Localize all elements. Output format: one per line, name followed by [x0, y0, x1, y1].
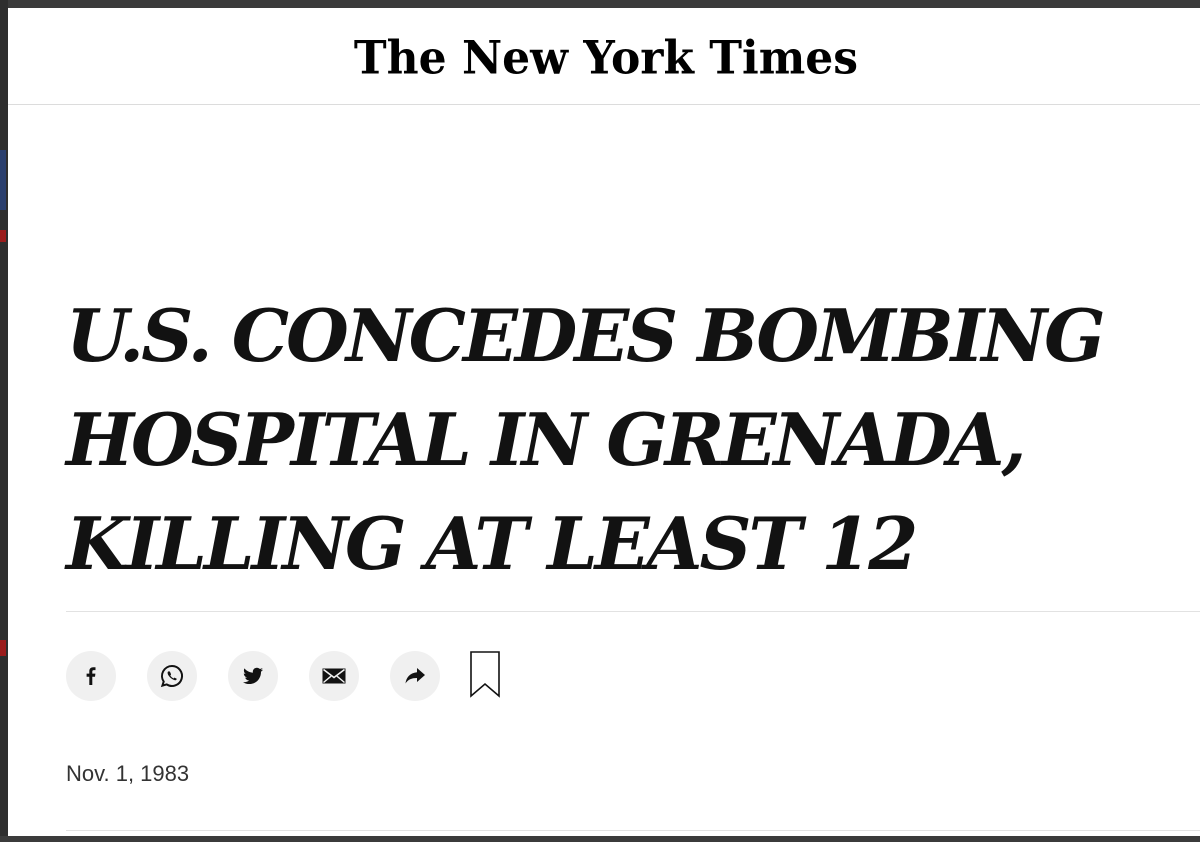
- whatsapp-share-button[interactable]: [147, 651, 197, 701]
- twitter-icon: [241, 664, 265, 688]
- save-bookmark-button[interactable]: [469, 650, 501, 703]
- share-arrow-icon: [403, 665, 427, 687]
- whatsapp-icon: [159, 663, 185, 689]
- nyt-logo[interactable]: The New York Times: [354, 31, 858, 85]
- bookmark-icon: [469, 650, 501, 703]
- facebook-share-button[interactable]: [66, 651, 116, 701]
- divider: [66, 611, 1200, 612]
- background-window-strip: [0, 640, 6, 656]
- twitter-share-button[interactable]: [228, 651, 278, 701]
- divider: [66, 830, 1200, 831]
- email-share-button[interactable]: [309, 651, 359, 701]
- share-toolbar: [66, 650, 501, 703]
- background-window-strip: [0, 230, 6, 242]
- email-icon: [321, 666, 347, 686]
- facebook-icon: [80, 665, 102, 687]
- screenshot-frame-top: [0, 0, 1200, 8]
- article-headline: U.S. CONCEDES BOMBING HOSPITAL IN GRENAD…: [66, 293, 1106, 586]
- screenshot-frame-left: [0, 0, 8, 842]
- background-window-strip: [0, 150, 6, 210]
- more-share-button[interactable]: [390, 651, 440, 701]
- masthead: The New York Times: [8, 8, 1200, 105]
- publish-date: Nov. 1, 1983: [66, 761, 190, 786]
- article-page: The New York Times U.S. CONCEDES BOMBING…: [8, 8, 1200, 836]
- screenshot-frame-bottom: [0, 836, 1200, 842]
